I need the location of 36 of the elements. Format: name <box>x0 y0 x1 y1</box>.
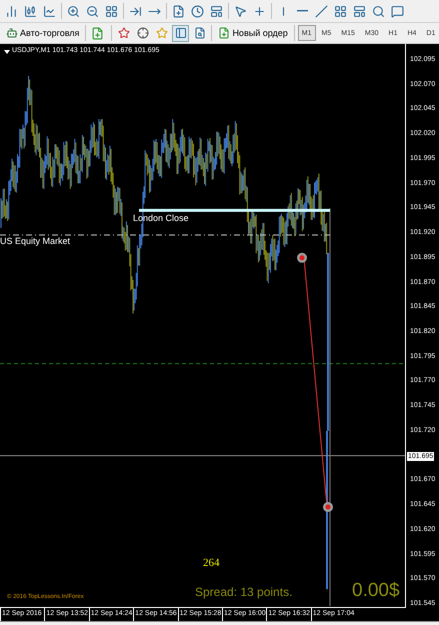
template-icon <box>210 4 223 18</box>
clock-button[interactable] <box>189 2 206 20</box>
clock-icon <box>191 4 204 18</box>
trend-line-button[interactable] <box>313 2 330 20</box>
add-indicator-icon <box>91 26 104 40</box>
zoom-out-icon <box>86 4 99 18</box>
crosshair-icon <box>136 27 149 39</box>
trade-close-icon <box>323 502 333 512</box>
autoscroll-icon <box>129 4 142 18</box>
panel-icon <box>174 27 187 39</box>
tester-icon <box>194 27 206 39</box>
line-label: US Equity Market <box>0 237 70 246</box>
profit-text: 0.00$ <box>352 581 400 600</box>
collapse-icon <box>4 50 10 54</box>
search-icon <box>372 4 385 18</box>
spread-text: Spread: 13 points. <box>195 586 292 598</box>
line-chart-icon <box>43 4 56 18</box>
bar-chart-icon <box>5 4 18 18</box>
crosshair-icon <box>253 4 266 18</box>
new-order-button[interactable]: Новый ордер <box>215 24 291 42</box>
robot-icon <box>6 27 18 39</box>
folder-star-icon <box>156 27 168 39</box>
counter-text: 264 <box>203 558 220 569</box>
tile-windows-icon <box>105 4 118 18</box>
candlestick-icon <box>24 4 37 18</box>
auto-trading-button[interactable]: Авто-торговля <box>3 24 82 42</box>
trend-line-icon <box>315 4 328 18</box>
trade-open-icon <box>297 252 307 263</box>
star-icon <box>118 27 130 39</box>
new-chart-icon <box>172 4 185 18</box>
chat-icon <box>391 4 404 18</box>
horizontal-line-icon <box>297 10 308 12</box>
new-order-icon <box>218 27 230 39</box>
zoom-in-icon <box>67 4 80 18</box>
cursor-icon <box>234 4 247 18</box>
terminal-button[interactable] <box>172 24 190 42</box>
